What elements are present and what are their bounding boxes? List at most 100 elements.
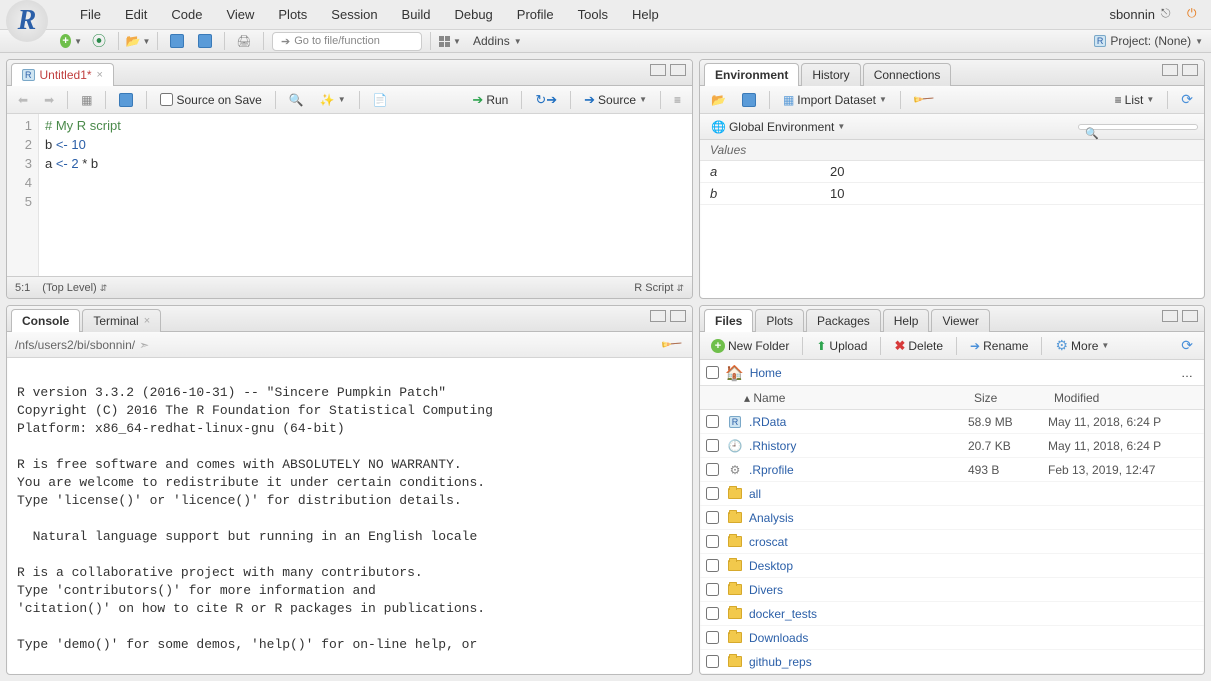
source-on-save-checkbox[interactable]: Source on Save (155, 91, 266, 109)
import-dataset-button[interactable]: ▦ Import Dataset ▼ (778, 91, 892, 109)
tab-files[interactable]: Files (704, 309, 753, 332)
file-checkbox[interactable] (706, 487, 719, 500)
tab-plots[interactable]: Plots (755, 309, 804, 332)
back-button[interactable]: ⬅ (13, 91, 33, 109)
new-file-button[interactable]: +▼ (60, 30, 82, 52)
refresh-files-button[interactable]: ⟳ (1176, 335, 1198, 356)
rename-button[interactable]: ➔ Rename (965, 337, 1033, 355)
menu-session[interactable]: Session (319, 1, 389, 28)
menu-tools[interactable]: Tools (566, 1, 620, 28)
menu-file[interactable]: File (68, 1, 113, 28)
upload-button[interactable]: ⬆ Upload (811, 337, 872, 355)
tab-console[interactable]: Console (11, 309, 80, 332)
menu-edit[interactable]: Edit (113, 1, 159, 28)
file-checkbox[interactable] (706, 559, 719, 572)
new-folder-button[interactable]: + New Folder (706, 337, 794, 355)
minimize-pane-button[interactable] (650, 64, 666, 76)
code-editor[interactable]: 12345 # My R script b <- 10 a <- 2 * b (7, 114, 692, 276)
menu-build[interactable]: Build (390, 1, 443, 28)
file-checkbox[interactable] (706, 463, 719, 476)
code-lines[interactable]: # My R script b <- 10 a <- 2 * b (39, 114, 692, 276)
file-checkbox[interactable] (706, 535, 719, 548)
more-button[interactable]: ⚙ More ▼ (1050, 335, 1114, 356)
file-checkbox[interactable] (706, 583, 719, 596)
maximize-pane-button[interactable] (670, 310, 686, 322)
tab-environment[interactable]: Environment (704, 63, 799, 86)
file-name-link[interactable]: .Rprofile (749, 463, 968, 477)
save-source-button[interactable] (114, 91, 138, 109)
file-name-link[interactable]: Desktop (749, 559, 968, 573)
file-name-link[interactable]: github_reps (749, 655, 968, 669)
tab-viewer[interactable]: Viewer (931, 309, 989, 332)
tab-terminal[interactable]: Terminal × (82, 309, 161, 332)
file-checkbox[interactable] (706, 655, 719, 668)
maximize-pane-button[interactable] (1182, 310, 1198, 322)
file-name-link[interactable]: all (749, 487, 968, 501)
clear-console-button[interactable]: 🧹 (657, 334, 684, 355)
maximize-pane-button[interactable] (1182, 64, 1198, 76)
env-row[interactable]: a20 (700, 161, 1204, 183)
view-mode-button[interactable]: ≡ List ▼ (1110, 91, 1160, 109)
file-checkbox[interactable] (706, 511, 719, 524)
col-size-header[interactable]: Size (974, 391, 1054, 405)
save-workspace-button[interactable] (737, 91, 761, 109)
file-checkbox[interactable] (706, 439, 719, 452)
print-button[interactable]: 🖨 (233, 30, 255, 52)
file-type-selector[interactable]: R Script ⇵ (634, 282, 684, 294)
save-button[interactable] (166, 30, 188, 52)
forward-button[interactable]: ➡ (39, 91, 59, 109)
power-icon[interactable]: ⏻ (1187, 6, 1205, 24)
col-name-header[interactable]: ▴ Name (700, 391, 974, 405)
file-name-link[interactable]: Analysis (749, 511, 968, 525)
breadcrumb-home[interactable]: Home (750, 366, 782, 380)
save-all-button[interactable] (194, 30, 216, 52)
scope-selector[interactable]: (Top Level) ⇵ (42, 282, 107, 294)
minimize-pane-button[interactable] (650, 310, 666, 322)
file-checkbox[interactable] (706, 415, 719, 428)
env-row[interactable]: b10 (700, 183, 1204, 205)
select-all-checkbox[interactable] (706, 366, 719, 379)
tab-packages[interactable]: Packages (806, 309, 881, 332)
file-name-link[interactable]: .RData (749, 415, 968, 429)
minimize-pane-button[interactable] (1162, 64, 1178, 76)
run-button[interactable]: ➔ Run (467, 90, 513, 110)
tab-connections[interactable]: Connections (863, 63, 952, 86)
logout-icon[interactable]: ⎋ (1161, 6, 1179, 24)
rerun-button[interactable]: ↻➔ (530, 90, 562, 110)
menu-profile[interactable]: Profile (505, 1, 566, 28)
close-icon[interactable]: × (97, 69, 103, 81)
menu-help[interactable]: Help (620, 1, 671, 28)
source-tab[interactable]: R Untitled1* × (11, 63, 114, 86)
open-file-button[interactable]: 📂▼ (127, 30, 149, 52)
code-tools-button[interactable]: ✨▼ (315, 91, 351, 109)
more-path-button[interactable]: … (1176, 364, 1198, 382)
compile-report-button[interactable]: 📄 (368, 91, 393, 109)
col-mod-header[interactable]: Modified (1054, 391, 1204, 405)
source-button[interactable]: ➔ Source ▼ (579, 90, 652, 110)
tab-help[interactable]: Help (883, 309, 930, 332)
chevron-icon[interactable]: ➣ (139, 338, 149, 352)
menu-debug[interactable]: Debug (442, 1, 504, 28)
refresh-button[interactable]: ⟳ (1176, 89, 1198, 110)
menu-plots[interactable]: Plots (266, 1, 319, 28)
file-name-link[interactable]: croscat (749, 535, 968, 549)
environment-search-input[interactable]: 🔍 (1078, 124, 1198, 130)
scope-selector[interactable]: 🌐 Global Environment ▼ (706, 118, 850, 136)
file-name-link[interactable]: .Rhistory (749, 439, 968, 453)
delete-button[interactable]: ✖ Delete (889, 336, 948, 356)
show-in-new-window-button[interactable]: ▦ (76, 91, 97, 109)
console-output[interactable]: R version 3.3.2 (2016-10-31) -- "Sincere… (7, 358, 692, 674)
menu-code[interactable]: Code (159, 1, 214, 28)
outline-button[interactable]: ≡ (669, 91, 686, 109)
maximize-pane-button[interactable] (670, 64, 686, 76)
load-workspace-button[interactable]: 📂 (706, 91, 731, 109)
pane-layout-button[interactable]: ▼ (439, 30, 461, 52)
goto-file-input[interactable]: ➔ Go to file/function (272, 32, 422, 51)
file-name-link[interactable]: docker_tests (749, 607, 968, 621)
close-icon[interactable]: × (144, 315, 150, 327)
home-icon[interactable]: 🏠 (725, 364, 744, 382)
project-selector[interactable]: R Project: (None) ▼ (1094, 34, 1203, 48)
tab-history[interactable]: History (801, 63, 860, 86)
minimize-pane-button[interactable] (1162, 310, 1178, 322)
file-checkbox[interactable] (706, 631, 719, 644)
